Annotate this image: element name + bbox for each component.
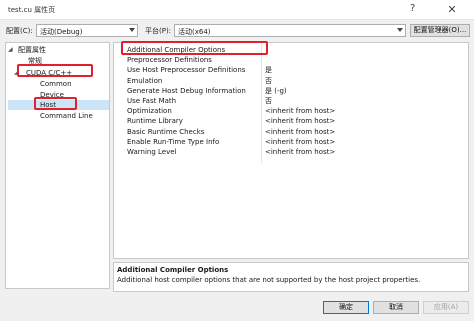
property-value[interactable]: <inherit from host>	[265, 116, 335, 126]
property-row[interactable]: Optimization <inherit from host>	[114, 106, 468, 116]
close-button[interactable]: ✕	[440, 3, 464, 17]
config-select-value: 活动(Debug)	[40, 28, 83, 36]
property-name: Optimization	[127, 107, 172, 116]
annotation-box-additional-options	[121, 41, 268, 55]
property-value[interactable]: <inherit from host>	[265, 147, 335, 157]
property-value[interactable]: <inherit from host>	[265, 137, 335, 147]
property-row[interactable]: Runtime Library <inherit from host>	[114, 116, 468, 126]
property-row[interactable]: Emulation 否	[114, 76, 468, 86]
chevron-down-icon	[129, 28, 135, 32]
property-name: Preprocessor Definitions	[127, 56, 212, 65]
property-row[interactable]: Generate Host Debug Information 是 (-g)	[114, 86, 468, 96]
description-title: Additional Compiler Options	[117, 266, 229, 274]
property-name: Basic Runtime Checks	[127, 127, 205, 136]
property-row[interactable]: Preprocessor Definitions	[114, 55, 468, 65]
config-manager-button[interactable]: 配置管理器(O)...	[410, 24, 470, 37]
property-row[interactable]: Basic Runtime Checks <inherit from host>	[114, 127, 468, 137]
property-name: Emulation	[127, 76, 163, 85]
property-name: Use Host Preprocessor Definitions	[127, 66, 246, 75]
property-name: Runtime Library	[127, 117, 183, 126]
tree-item-common[interactable]: Common	[40, 79, 72, 89]
property-row[interactable]: Use Host Preprocessor Definitions 是	[114, 65, 468, 75]
property-name: Enable Run-Time Type Info	[127, 137, 220, 146]
tree-item-command-line[interactable]: Command Line	[40, 111, 93, 121]
property-row[interactable]: Use Fast Math 否	[114, 96, 468, 106]
config-bar: 配置(C): 活动(Debug) 平台(P): 活动(x64) 配置管理器(O)…	[0, 22, 474, 38]
apply-button[interactable]: 应用(A)	[423, 301, 469, 314]
tree-item-label: 配置属性	[18, 46, 46, 54]
property-row[interactable]: Warning Level <inherit from host>	[114, 147, 468, 157]
property-tree: ◢ 配置属性 常规 ◢ CUDA C/C++ Common Device Hos…	[5, 42, 110, 289]
property-value[interactable]: 是	[265, 65, 272, 75]
property-value[interactable]: 否	[265, 76, 272, 86]
config-select[interactable]: 活动(Debug)	[36, 24, 138, 37]
property-name: Generate Host Debug Information	[127, 86, 246, 95]
property-value[interactable]: 否	[265, 96, 272, 106]
property-name: Warning Level	[127, 148, 177, 156]
platform-label: 平台(P):	[145, 27, 172, 35]
property-value[interactable]: 是 (-g)	[265, 86, 287, 96]
collapse-icon[interactable]: ◢	[8, 45, 13, 55]
description-text: Additional host compiler options that ar…	[117, 276, 421, 284]
property-value[interactable]: <inherit from host>	[265, 127, 335, 137]
property-name: Use Fast Math	[127, 97, 177, 105]
annotation-box-cuda	[17, 64, 93, 77]
help-button[interactable]: ?	[410, 3, 415, 14]
property-row[interactable]: Enable Run-Time Type Info <inherit from …	[114, 137, 468, 147]
description-panel: Additional Compiler Options Additional h…	[113, 262, 469, 292]
property-value[interactable]: <inherit from host>	[265, 106, 335, 116]
platform-select[interactable]: 活动(x64)	[174, 24, 406, 37]
window-title: test.cu 属性页	[8, 6, 56, 14]
chevron-down-icon	[397, 28, 403, 32]
property-grid: Additional Compiler Options Preprocessor…	[113, 42, 469, 259]
tree-item-config-properties[interactable]: ◢ 配置属性	[8, 45, 108, 55]
config-label: 配置(C):	[6, 27, 33, 35]
platform-select-value: 活动(x64)	[178, 28, 211, 36]
title-bar: test.cu 属性页 ? ✕	[0, 0, 474, 20]
ok-button[interactable]: 确定	[323, 301, 369, 314]
cancel-button[interactable]: 取消	[373, 301, 419, 314]
annotation-box-host	[34, 97, 77, 110]
